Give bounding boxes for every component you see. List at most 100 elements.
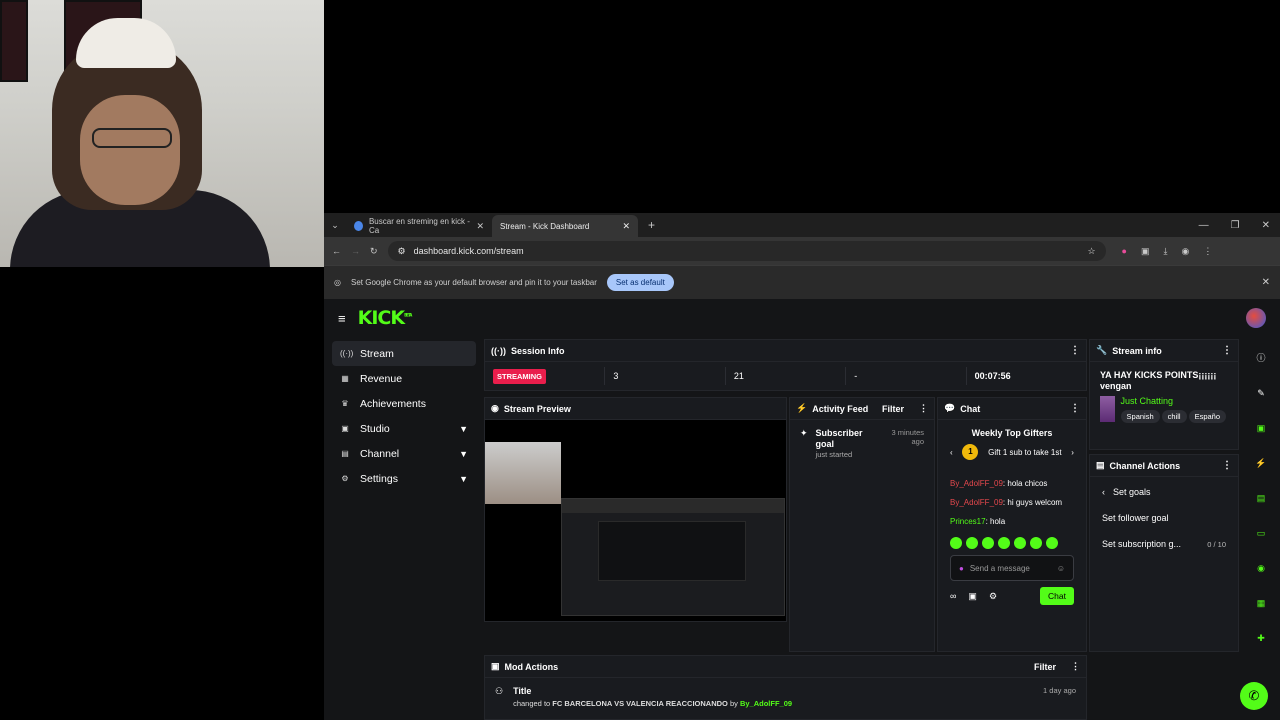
- chat-message-input[interactable]: ● Send a message ☺: [950, 555, 1074, 581]
- points-icon[interactable]: ∞: [950, 591, 956, 601]
- rank-badge: 1: [962, 444, 979, 460]
- set-subscription-goal-item[interactable]: Set subscription g... 0 / 10: [1090, 529, 1238, 555]
- stream-title: YA HAY KICKS POINTS¡¡¡¡¡¡ vengan: [1100, 370, 1217, 391]
- close-tab-icon[interactable]: ✕: [476, 221, 484, 232]
- filter-button[interactable]: Filter: [1034, 662, 1056, 672]
- window-controls: — ❐ ✕: [1199, 220, 1280, 231]
- notes-icon[interactable]: ▤: [1252, 489, 1270, 507]
- stream-preview-video[interactable]: [485, 420, 786, 621]
- chart-icon: ▦: [341, 374, 349, 383]
- emote-icon[interactable]: [1030, 537, 1042, 549]
- gift-icon[interactable]: ▣: [968, 591, 977, 602]
- channel-icon: ▤: [1096, 460, 1105, 470]
- set-follower-goal-item[interactable]: Set follower goal: [1090, 503, 1238, 529]
- reload-icon[interactable]: ↻: [370, 246, 378, 257]
- url-field[interactable]: ⚙ dashboard.kick.com/stream ☆: [387, 241, 1106, 261]
- emote-icon[interactable]: [966, 537, 978, 549]
- emote-icon[interactable]: [982, 537, 994, 549]
- kick-dashboard: ≡ KICKBETA ((·)) Stream ▦ Revenue ♛ Achi…: [324, 299, 1280, 720]
- more-options-icon[interactable]: ⋮: [919, 403, 928, 414]
- emote-row: [950, 531, 1074, 555]
- send-chat-button[interactable]: Chat: [1040, 587, 1074, 605]
- session-toggle-icon[interactable]: ◉: [1252, 559, 1270, 577]
- tab-search-icon[interactable]: ⌄: [324, 220, 346, 231]
- channel-toggle-icon[interactable]: ▦: [1252, 594, 1270, 612]
- chevron-left-icon[interactable]: ‹: [950, 448, 953, 457]
- emoji-icon[interactable]: ☺: [1057, 564, 1065, 573]
- emote-icon[interactable]: [950, 537, 962, 549]
- more-options-icon[interactable]: ⋮: [1071, 661, 1080, 672]
- sidebar-item-revenue[interactable]: ▦ Revenue: [332, 366, 476, 391]
- panel-header: ▣ Mod Actions Filter ⋮: [485, 656, 1086, 678]
- sidebar-item-settings[interactable]: ⚙ Settings ▼: [332, 466, 476, 491]
- set-goals-back[interactable]: ‹ Set goals: [1090, 477, 1238, 503]
- kick-logo[interactable]: KICKBETA: [358, 307, 413, 329]
- gear-icon[interactable]: ⚙: [989, 591, 997, 602]
- mic-icon: ●: [959, 563, 964, 573]
- restore-icon[interactable]: ❐: [1231, 220, 1240, 231]
- preview-toggle-icon[interactable]: ▣: [1252, 419, 1270, 437]
- pencil-icon[interactable]: ✎: [1252, 384, 1270, 402]
- sparkle-icon: ✦: [800, 428, 808, 438]
- url-text: dashboard.kick.com/stream: [413, 246, 524, 256]
- tab-search[interactable]: Buscar en streming en kick - Ca ✕: [346, 215, 492, 237]
- shield-icon: ▣: [491, 661, 500, 671]
- sidebar-item-stream[interactable]: ((·)) Stream: [332, 341, 476, 366]
- close-notice-icon[interactable]: ✕: [1262, 277, 1270, 288]
- subs-count: -: [846, 367, 967, 385]
- emote-icon[interactable]: [1046, 537, 1058, 549]
- info-icon[interactable]: ⓘ: [1252, 349, 1270, 367]
- webcam-overlay: [0, 0, 324, 267]
- extensions-puzzle-icon[interactable]: ▣: [1141, 246, 1150, 257]
- activity-item: ✦ Subscriber goal just started 3 minutes…: [800, 428, 924, 459]
- tag: Españo: [1188, 410, 1226, 423]
- chat-toggle-icon[interactable]: ▭: [1252, 524, 1270, 542]
- user-edit-icon: ⚇: [495, 686, 504, 696]
- sidebar-item-studio[interactable]: ▣ Studio ▼: [332, 416, 476, 441]
- more-options-icon[interactable]: ⋮: [1222, 460, 1232, 471]
- google-icon: [354, 221, 363, 231]
- extension-icon[interactable]: ●: [1122, 246, 1127, 257]
- more-options-icon[interactable]: ⋮: [1222, 345, 1232, 356]
- sidebar-item-channel[interactable]: ▤ Channel ▼: [332, 441, 476, 466]
- chevron-right-icon[interactable]: ›: [1071, 448, 1074, 457]
- wrench-icon[interactable]: ✚: [1252, 629, 1270, 647]
- sidebar: ((·)) Stream ▦ Revenue ♛ Achievements ▣ …: [332, 341, 476, 491]
- stream-category[interactable]: Just Chatting: [1121, 396, 1228, 406]
- new-tab-icon[interactable]: +: [638, 218, 665, 232]
- back-icon[interactable]: ←: [332, 246, 341, 256]
- mod-actions-panel: ▣ Mod Actions Filter ⋮ ⚇ Title changed t…: [484, 655, 1087, 720]
- bookmark-star-icon[interactable]: ☆: [1087, 246, 1095, 257]
- chevron-down-icon: ▼: [459, 473, 468, 484]
- hamburger-menu-icon[interactable]: ≡: [338, 311, 346, 326]
- bolt-icon: ⚡: [796, 403, 808, 413]
- address-bar: ← → ↻ ⚙ dashboard.kick.com/stream ☆ ● ▣ …: [324, 237, 1280, 265]
- chat-fab-button[interactable]: ✆: [1240, 682, 1268, 710]
- stream-info-panel: 🔧 Stream info ⋮ YA HAY KICKS POINTS¡¡¡¡¡…: [1089, 339, 1239, 450]
- emote-icon[interactable]: [998, 537, 1010, 549]
- minimize-icon[interactable]: —: [1199, 220, 1209, 231]
- site-info-icon[interactable]: ⚙: [398, 246, 406, 257]
- activity-toggle-icon[interactable]: ⚡: [1252, 454, 1270, 472]
- menu-dots-icon[interactable]: ⋮: [1203, 246, 1212, 257]
- notice-text: Set Google Chrome as your default browse…: [350, 278, 597, 287]
- profile-icon[interactable]: ◉: [1181, 246, 1189, 257]
- person-glasses: [92, 128, 172, 148]
- session-info-panel: ((·)) Session Info ⋮ STREAMING 3 21 - 00…: [484, 339, 1087, 391]
- more-options-icon[interactable]: ⋮: [1070, 403, 1080, 414]
- tab-strip: ⌄ Buscar en streming en kick - Ca ✕ K St…: [324, 213, 1280, 720]
- more-options-icon[interactable]: ⋮: [1070, 345, 1080, 356]
- download-icon[interactable]: ⤓: [1164, 246, 1168, 257]
- emote-icon[interactable]: [1014, 537, 1026, 549]
- filter-button[interactable]: Filter: [882, 404, 904, 414]
- radio-icon: ((·)): [340, 349, 354, 358]
- gifters-title: Weekly Top Gifters: [971, 428, 1053, 438]
- panel-header: ▤ Channel Actions ⋮: [1090, 455, 1238, 477]
- close-window-icon[interactable]: ✕: [1262, 220, 1270, 231]
- close-tab-icon[interactable]: ✕: [622, 221, 630, 232]
- sidebar-item-achievements[interactable]: ♛ Achievements: [332, 391, 476, 416]
- tab-kick-dashboard[interactable]: K Stream - Kick Dashboard ✕: [324, 215, 1280, 720]
- set-default-button[interactable]: Set as default: [606, 274, 674, 291]
- forward-icon[interactable]: →: [351, 246, 360, 256]
- avatar[interactable]: [1246, 308, 1266, 328]
